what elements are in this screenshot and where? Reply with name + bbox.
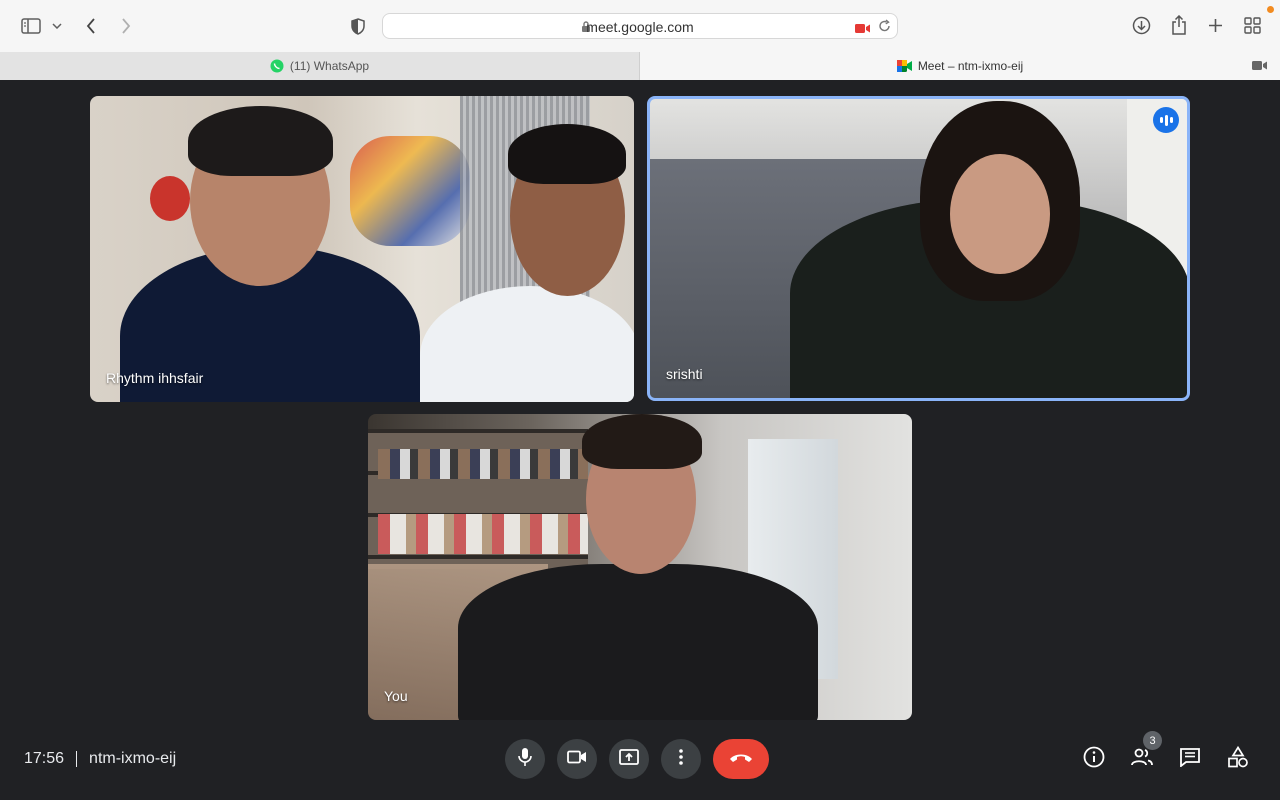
whatsapp-icon [270,59,284,73]
meeting-time: 17:56 [24,750,65,767]
grid-icon[interactable] [1243,16,1261,34]
chevron-down-icon[interactable] [51,20,63,32]
thread-spools [378,514,588,554]
activities-button[interactable] [1226,745,1250,773]
plus-icon[interactable] [1206,16,1224,34]
shield-icon[interactable] [349,16,367,36]
participant-name: You [384,688,408,704]
participant-tile[interactable]: Rhythm ihhsfair [90,96,634,402]
download-icon[interactable] [1131,15,1151,35]
person-hair [582,414,702,469]
meeting-code: ntm-ixmo-eij [89,750,177,767]
mic-button[interactable] [505,739,545,779]
tab-whatsapp[interactable]: (11) WhatsApp [0,52,640,80]
camera-in-use-icon[interactable] [855,21,871,39]
participant-count-badge: 3 [1143,731,1162,750]
tab-bar: (11) WhatsApp Meet – ntm-ixmo-eij [0,52,1280,80]
present-button[interactable] [609,739,649,779]
notification-dot [1267,6,1274,13]
hangup-icon [729,750,753,768]
person-body [420,286,634,402]
person-hair [508,124,626,184]
present-icon [619,748,639,770]
camera-icon [567,750,587,769]
google-meet-icon [896,60,912,72]
activities-icon [1227,745,1249,773]
participant-name: Rhythm ihhsfair [106,370,204,386]
participant-tile-active[interactable]: srishti [647,96,1190,401]
info-icon [1083,746,1105,773]
chevron-right-icon[interactable] [117,16,135,36]
person-head [950,154,1050,274]
meeting-info-button[interactable] [1082,746,1106,773]
more-options-button[interactable] [661,739,701,779]
address-bar[interactable]: meet.google.com [382,13,898,39]
tab-meet[interactable]: Meet – ntm-ixmo-eij [640,52,1280,80]
chat-button[interactable] [1178,747,1202,771]
sidebar-icon[interactable] [20,16,42,36]
camera-icon [1252,60,1268,74]
tab-label: Meet – ntm-ixmo-eij [917,59,1024,73]
reload-icon[interactable] [878,19,891,38]
divider [76,751,78,767]
leave-call-button[interactable] [713,739,769,779]
person-hair [188,106,333,176]
mic-icon [517,747,533,772]
chat-icon [1179,747,1201,772]
chevron-left-icon[interactable] [82,16,100,36]
thread-spools [378,449,588,479]
tab-label: (11) WhatsApp [289,59,370,73]
share-icon[interactable] [1170,14,1188,36]
camera-button[interactable] [557,739,597,779]
more-vert-icon [679,748,683,770]
participant-name: srishti [666,366,703,382]
url-text: meet.google.com [586,19,694,35]
wall-art [350,136,470,246]
people-icon [1130,748,1154,771]
wall-art [150,176,190,221]
speaking-indicator-icon [1153,107,1179,133]
browser-toolbar: meet.google.com [0,0,1280,52]
meeting-details: 17:56 ntm-ixmo-eij [24,750,176,768]
person-body [458,564,818,720]
self-view-tile[interactable]: You [368,414,912,720]
people-button[interactable] [1130,747,1154,771]
